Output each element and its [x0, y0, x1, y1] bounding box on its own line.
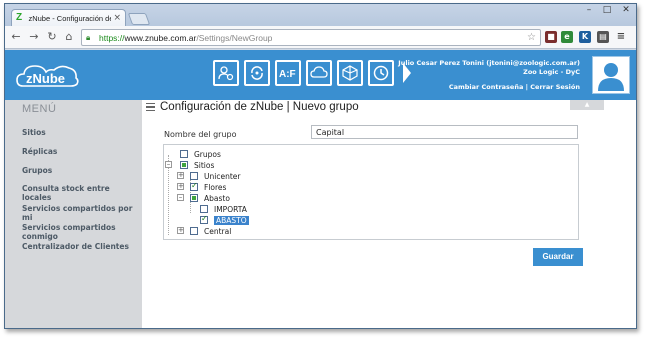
tree-node-abasto-child[interactable]: ABASTO [200, 214, 249, 225]
browser-window: Z zNube - Configuración de Gr × – □ ✕ ← … [4, 3, 637, 329]
clipboard-icon[interactable]: ▤ [597, 31, 609, 43]
cube-icon[interactable] [337, 60, 363, 86]
logout-link[interactable]: Cerrar Sesión [530, 83, 580, 91]
back-icon[interactable]: ← [9, 30, 23, 44]
lock-icon: 🔒︎ [86, 33, 91, 42]
tree-node-unicenter[interactable]: Unicenter [190, 171, 240, 181]
tab-title: zNube - Configuración de Gr [28, 13, 111, 23]
maximize-icon[interactable]: □ [598, 4, 616, 18]
sidebar: MENÚ Sitios Réplicas Grupos Consulta sto… [5, 100, 142, 328]
forward-icon[interactable]: → [27, 30, 41, 44]
sites-tree: Grupos – Sitios + Unicenter + Flores – [163, 144, 579, 240]
tree-node-abasto[interactable]: Abasto [190, 193, 230, 203]
svg-text:A:F: A:F [279, 69, 296, 80]
hamburger-icon[interactable] [146, 103, 155, 111]
user-info: Julio Cesar Perez Tonini (jtonini@zoolog… [398, 59, 580, 92]
cloud-icon[interactable] [306, 60, 332, 86]
sidebar-item-servicios-compartidos-por-mi[interactable]: Servicios compartidos por mi [22, 204, 140, 222]
checkbox[interactable] [190, 227, 198, 235]
clock-icon[interactable] [368, 60, 394, 86]
checkbox[interactable] [200, 205, 208, 213]
svg-text:zNube: zNube [26, 71, 65, 86]
user-settings-icon[interactable] [213, 60, 239, 86]
group-name-label: Nombre del grupo [164, 130, 237, 139]
close-tab-icon[interactable]: × [113, 13, 121, 23]
k-extension-icon[interactable]: K [579, 31, 591, 43]
sidebar-item-sitios[interactable]: Sitios [22, 128, 140, 137]
tree-node-flores[interactable]: Flores [190, 181, 226, 192]
module-toolbar: A:F [213, 60, 411, 86]
checkbox[interactable] [190, 172, 198, 180]
znube-favicon-icon: Z [16, 12, 23, 23]
home-icon[interactable]: ⌂ [62, 30, 76, 44]
browser-tab[interactable]: Z zNube - Configuración de Gr × [11, 9, 126, 26]
znube-logo[interactable]: zNube [15, 60, 80, 90]
extension-icon[interactable]: ■ [545, 31, 557, 43]
expand-icon[interactable]: + [177, 172, 184, 179]
link-separator: | [525, 83, 528, 91]
collapse-icon[interactable]: – [165, 161, 172, 168]
menu-icon[interactable]: ≡ [615, 31, 627, 43]
reload-icon[interactable]: ↻ [45, 30, 59, 44]
tree-node-central[interactable]: Central [190, 226, 231, 236]
new-tab-button[interactable] [127, 13, 151, 25]
checkbox[interactable] [180, 150, 188, 158]
checkbox[interactable] [190, 194, 198, 202]
expand-icon[interactable]: + [177, 183, 184, 190]
main-content: Configuración de zNube | Nuevo grupo ▲ N… [142, 100, 636, 328]
tree-node-grupos[interactable]: Grupos [180, 149, 221, 159]
sidebar-item-replicas[interactable]: Réplicas [22, 147, 140, 156]
company-name: Zoo Logic - DyC [523, 68, 580, 76]
url-text: https://www.znube.com.ar/Settings/NewGro… [99, 32, 273, 43]
change-password-link[interactable]: Cambiar Contraseña [449, 83, 524, 91]
expand-icon[interactable]: + [177, 227, 184, 234]
avatar[interactable] [592, 56, 630, 94]
tree-node-sitios[interactable]: Sitios [180, 160, 214, 170]
ab-config-icon[interactable]: A:F [275, 60, 301, 86]
sidebar-item-centralizador-clientes[interactable]: Centralizador de Clientes [22, 242, 140, 251]
sidebar-item-grupos[interactable]: Grupos [22, 166, 140, 175]
close-window-icon[interactable]: ✕ [616, 4, 636, 18]
chevron-up-icon[interactable]: ▲ [570, 100, 604, 110]
app-header: zNube A:F Julio Cesar Perez Tonini (jton… [5, 50, 636, 100]
user-name: Julio Cesar Perez Tonini (jtonini@zoolog… [398, 59, 580, 67]
group-name-input[interactable] [311, 125, 578, 139]
bookmark-star-icon[interactable]: ☆ [527, 32, 536, 43]
sync-icon[interactable] [244, 60, 270, 86]
browser-toolbar: ← → ↻ ⌂ 🔒︎ https://www.znube.com.ar/Sett… [5, 26, 636, 49]
sidebar-item-servicios-compartidos-conmigo[interactable]: Servicios compartidos conmigo [22, 223, 132, 241]
checkbox[interactable] [180, 161, 188, 169]
minimize-icon[interactable]: – [580, 4, 598, 18]
menu-title: MENÚ [22, 103, 57, 115]
sidebar-item-consulta-stock[interactable]: Consulta stock entre locales [22, 184, 140, 202]
content-header: Configuración de zNube | Nuevo grupo ▲ [142, 100, 636, 115]
checkbox[interactable] [200, 214, 208, 224]
save-button[interactable]: Guardar [533, 248, 583, 266]
checkbox[interactable] [190, 181, 198, 191]
browser-tabbar: Z zNube - Configuración de Gr × – □ ✕ [5, 4, 636, 26]
collapse-icon[interactable]: – [177, 194, 184, 201]
tree-node-importa[interactable]: IMPORTA [200, 204, 247, 214]
evernote-icon[interactable]: e [561, 31, 573, 43]
address-bar[interactable]: 🔒︎ https://www.znube.com.ar/Settings/New… [81, 29, 541, 46]
page-title: Configuración de zNube | Nuevo grupo [160, 101, 359, 113]
page: zNube A:F Julio Cesar Perez Tonini (jton… [5, 50, 636, 328]
